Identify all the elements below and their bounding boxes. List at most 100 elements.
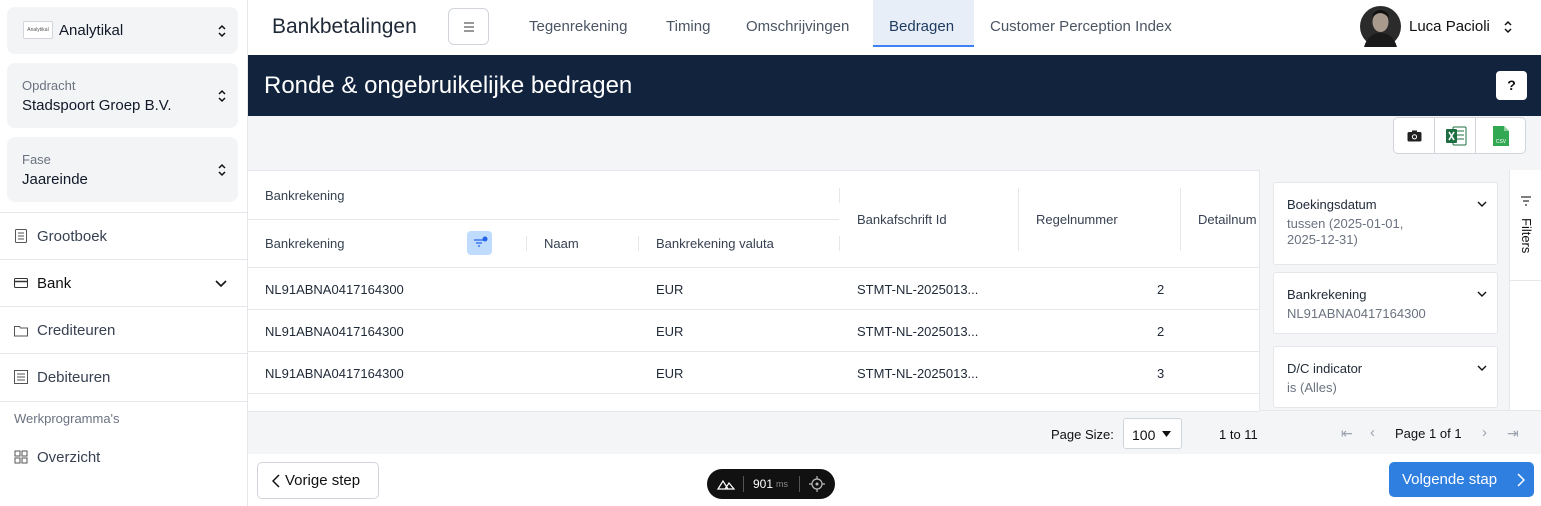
column-header-bankrekening[interactable]: Bankrekening bbox=[265, 236, 345, 251]
user-menu[interactable]: Luca Pacioli bbox=[1360, 6, 1530, 48]
filters-side-label: Filters bbox=[1519, 218, 1534, 254]
column-header-naam[interactable]: Naam bbox=[544, 236, 579, 251]
banner-title: Ronde & ongebruikelijke bedragen bbox=[264, 72, 633, 99]
chevron-right-icon bbox=[1517, 473, 1525, 487]
page-title: Bankbetalingen bbox=[272, 15, 417, 38]
tab-omschrijvingen[interactable]: Omschrijvingen bbox=[730, 0, 865, 47]
sidebar-item-crediteuren[interactable]: Crediteuren bbox=[0, 306, 247, 353]
camera-icon bbox=[1407, 130, 1422, 142]
perf-unit: ms bbox=[776, 479, 788, 489]
phase-selector[interactable]: Fase Jaareinde bbox=[7, 137, 238, 202]
assignment-label: Opdracht bbox=[22, 78, 76, 93]
column-header-bankrekening-valuta[interactable]: Bankrekening valuta bbox=[656, 236, 774, 251]
prev-page-icon[interactable]: ‹ bbox=[1370, 424, 1375, 441]
filter-value: is (Alles) bbox=[1287, 380, 1337, 395]
pagination-controls: ⇤ ‹ Page 1 of 1 › ⇥ bbox=[1259, 410, 1541, 454]
menu-button[interactable] bbox=[448, 8, 489, 45]
page-size-select[interactable]: 100 bbox=[1123, 418, 1182, 449]
tab-bedragen[interactable]: Bedragen bbox=[873, 0, 974, 47]
cell-currency: EUR bbox=[656, 366, 684, 381]
next-step-label: Volgende stap bbox=[1402, 471, 1498, 488]
cell-account: NL91ABNA0417164300 bbox=[265, 282, 404, 297]
column-header-detailnummer[interactable]: Detailnum bbox=[1198, 212, 1257, 227]
cell-currency: EUR bbox=[656, 324, 684, 339]
next-page-icon[interactable]: › bbox=[1482, 424, 1487, 441]
sidebar-item-label: Overzicht bbox=[37, 449, 101, 466]
cell-line-number: 2 bbox=[1157, 282, 1165, 297]
csv-file-icon: CSV bbox=[1493, 126, 1509, 146]
cell-account: NL91ABNA0417164300 bbox=[265, 324, 404, 339]
ledger-icon bbox=[15, 229, 27, 243]
sidebar-item-grootboek[interactable]: Grootboek bbox=[0, 212, 247, 259]
table-row[interactable]: NL91ABNA0417164300 EUR STMT-NL-2025013..… bbox=[248, 351, 1259, 393]
sidebar: Analytikal Analytikal Opdracht Stadspoor… bbox=[0, 0, 248, 506]
filter-boekingsdatum[interactable]: Boekingsdatum tussen (2025-01-01, 2025-1… bbox=[1273, 182, 1498, 265]
help-button[interactable]: ? bbox=[1496, 71, 1527, 100]
column-header-bankafschrift-id[interactable]: Bankafschrift Id bbox=[857, 212, 947, 227]
table-row[interactable]: NL91ABNA0417164300 EUR STMT-NL-2025013..… bbox=[248, 267, 1259, 309]
sidebar-item-debiteuren[interactable]: Debiteuren bbox=[0, 353, 247, 400]
credit-card-icon bbox=[14, 278, 28, 288]
next-step-button[interactable]: Volgende stap bbox=[1389, 462, 1534, 497]
nuxt-logo-icon bbox=[717, 479, 735, 490]
user-name: Luca Pacioli bbox=[1409, 18, 1490, 35]
crosshair-icon[interactable] bbox=[809, 476, 825, 492]
column-header-regelnummer[interactable]: Regelnummer bbox=[1036, 212, 1118, 227]
last-page-icon[interactable]: ⇥ bbox=[1507, 425, 1519, 442]
top-bar: Bankbetalingen Tegenrekening Timing Omsc… bbox=[248, 0, 1541, 55]
previous-step-button[interactable]: Vorige step bbox=[257, 462, 379, 499]
chevron-down-icon bbox=[215, 280, 227, 288]
first-page-icon[interactable]: ⇤ bbox=[1341, 425, 1353, 442]
chevron-updown-icon bbox=[218, 89, 226, 102]
chevron-left-icon bbox=[272, 474, 280, 488]
cell-account: NL91ABNA0417164300 bbox=[265, 366, 404, 381]
filter-value: tussen (2025-01-01, bbox=[1287, 216, 1404, 231]
filter-dc-indicator[interactable]: D/C indicator is (Alles) bbox=[1273, 346, 1498, 408]
total-pages: 1 bbox=[1454, 426, 1462, 441]
tab-customer-perception-index[interactable]: Customer Perception Index bbox=[974, 0, 1188, 47]
filter-lines-icon bbox=[1521, 196, 1531, 206]
chevron-updown-icon bbox=[218, 24, 226, 37]
cell-line-number: 3 bbox=[1157, 366, 1165, 381]
pagination-bar: Page Size: 100 1 to 11 of 11 bbox=[248, 411, 1259, 454]
avatar bbox=[1360, 6, 1401, 47]
export-toolbar: CSV bbox=[248, 116, 1541, 170]
cell-line-number: 2 bbox=[1157, 324, 1165, 339]
chevron-down-icon bbox=[1477, 201, 1487, 207]
performance-indicator: 901 ms bbox=[707, 469, 835, 499]
app-logo: Analytikal bbox=[23, 21, 53, 39]
page-word: Page bbox=[1395, 426, 1426, 441]
sidebar-item-overzicht[interactable]: Overzicht bbox=[0, 440, 247, 474]
assignment-selector[interactable]: Opdracht Stadspoort Groep B.V. bbox=[7, 63, 238, 128]
filter-panel: Boekingsdatum tussen (2025-01-01, 2025-1… bbox=[1259, 170, 1509, 410]
filter-bankrekening[interactable]: Bankrekening NL91ABNA0417164300 bbox=[1273, 272, 1498, 334]
chevron-down-icon bbox=[1477, 365, 1487, 371]
page-number: 1 bbox=[1429, 426, 1437, 441]
caret-down-icon bbox=[1162, 431, 1171, 437]
sidebar-item-label: Grootboek bbox=[37, 227, 108, 245]
sidebar-item-bank[interactable]: Bank bbox=[0, 259, 247, 306]
table-row[interactable]: NL91ABNA0417164300 EUR STMT-NL-2025013..… bbox=[248, 309, 1259, 351]
list-icon bbox=[14, 370, 28, 384]
page-banner: Ronde & ongebruikelijke bedragen ? bbox=[248, 55, 1541, 116]
page-size-value: 100 bbox=[1132, 427, 1156, 443]
phase-value: Jaareinde bbox=[22, 171, 88, 188]
export-excel-button[interactable] bbox=[1434, 117, 1476, 154]
screenshot-button[interactable] bbox=[1393, 117, 1435, 154]
of-word: of bbox=[1439, 426, 1451, 441]
filter-active-icon[interactable] bbox=[467, 231, 492, 255]
app-selector[interactable]: Analytikal Analytikal bbox=[7, 7, 238, 54]
export-csv-button[interactable]: CSV bbox=[1475, 117, 1526, 154]
grid-icon bbox=[14, 450, 28, 464]
chevron-updown-icon bbox=[218, 163, 226, 176]
phase-label: Fase bbox=[22, 152, 51, 167]
filter-value: 2025-12-31) bbox=[1287, 232, 1358, 247]
row-range: 1 to 11 of 11 bbox=[1219, 427, 1259, 442]
data-grid: Bankrekening Bankrekening Naam Bankreken… bbox=[248, 170, 1259, 454]
tab-timing[interactable]: Timing bbox=[650, 0, 726, 47]
sidebar-item-label: Bank bbox=[37, 274, 72, 292]
filter-title: Bankrekening bbox=[1287, 287, 1367, 302]
cell-statement-id: STMT-NL-2025013... bbox=[857, 366, 979, 381]
filters-side-tab[interactable]: Filters bbox=[1509, 170, 1541, 410]
tab-tegenrekening[interactable]: Tegenrekening bbox=[513, 0, 643, 47]
